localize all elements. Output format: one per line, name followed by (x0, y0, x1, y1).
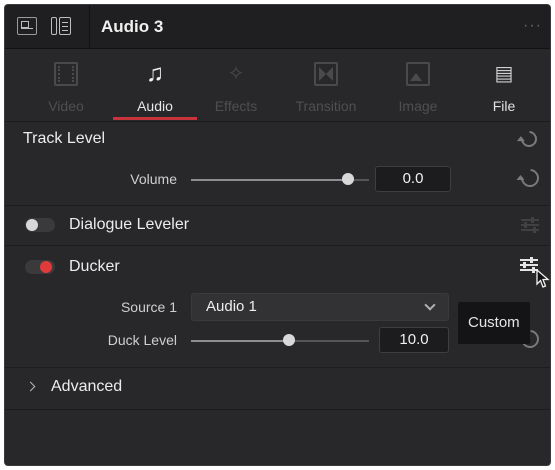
mouse-cursor-icon (536, 269, 550, 288)
dialogue-leveler-toggle[interactable] (25, 218, 55, 232)
volume-slider-fill (191, 179, 348, 181)
tab-effects-label: Effects (214, 98, 258, 114)
tab-image-label: Image (398, 98, 438, 114)
source-label: Source 1 (120, 299, 177, 315)
split-view-icon[interactable] (51, 17, 71, 35)
volume-slider-knob[interactable] (341, 173, 354, 185)
header-divider (89, 5, 90, 49)
tab-audio-label: Audio (137, 98, 173, 114)
ducker-toggle[interactable] (25, 260, 55, 274)
active-tab-indicator (113, 117, 197, 120)
track-level-reset-icon[interactable] (517, 127, 541, 151)
magic-wand-icon: ✧ (227, 63, 245, 85)
clip-title: Audio 3 (101, 17, 164, 36)
tab-file[interactable]: ▤ File (459, 50, 549, 122)
section-divider (5, 245, 550, 246)
inspector-tabs: Video ♫ Audio ✧ Effects Transition Image… (5, 50, 550, 122)
dialogue-leveler-label: Dialogue Leveler (69, 216, 190, 233)
file-icon: ▤ (494, 63, 514, 85)
section-divider (5, 367, 550, 368)
duck-level-label: Duck Level (107, 332, 177, 348)
inspector-header: Audio 3 ··· (5, 5, 550, 49)
video-icon (54, 62, 78, 86)
tab-audio[interactable]: ♫ Audio (110, 50, 200, 122)
source-dropdown-value: Audio 1 (206, 298, 257, 315)
advanced-section-toggle[interactable]: Advanced (51, 378, 122, 396)
tab-file-label: File (492, 98, 516, 114)
volume-label: Volume (130, 171, 177, 187)
chevron-right-icon[interactable] (25, 381, 36, 392)
section-divider (5, 205, 550, 206)
tab-video[interactable]: Video (21, 50, 111, 122)
music-note-icon: ♫ (146, 60, 164, 87)
section-divider (5, 409, 550, 410)
duck-level-slider-fill (191, 340, 289, 342)
volume-value-field[interactable]: 0.0 (375, 166, 451, 192)
tab-transition-label: Transition (295, 98, 357, 114)
tab-image[interactable]: Image (373, 50, 463, 122)
more-options-icon[interactable]: ··· (523, 17, 542, 35)
dialogue-leveler-settings-icon[interactable] (521, 217, 539, 233)
image-icon (406, 62, 430, 86)
chevron-down-icon (424, 299, 436, 311)
track-level-title: Track Level (23, 130, 106, 147)
tab-video-label: Video (48, 98, 84, 114)
source-dropdown[interactable]: Audio 1 (191, 293, 449, 321)
volume-reset-icon[interactable] (517, 165, 543, 191)
transition-icon (314, 62, 338, 86)
duck-level-slider-knob[interactable] (282, 334, 295, 346)
clip-thumbnail-icon[interactable] (17, 17, 37, 35)
custom-tooltip: Custom (458, 302, 530, 344)
inspector-panel: Audio 3 ··· Video ♫ Audio ✧ Effects Tran… (4, 4, 551, 466)
ducker-label: Ducker (69, 258, 120, 275)
tab-effects[interactable]: ✧ Effects (191, 50, 281, 122)
tab-transition[interactable]: Transition (281, 50, 371, 122)
duck-level-value-field[interactable]: 10.0 (379, 327, 449, 353)
